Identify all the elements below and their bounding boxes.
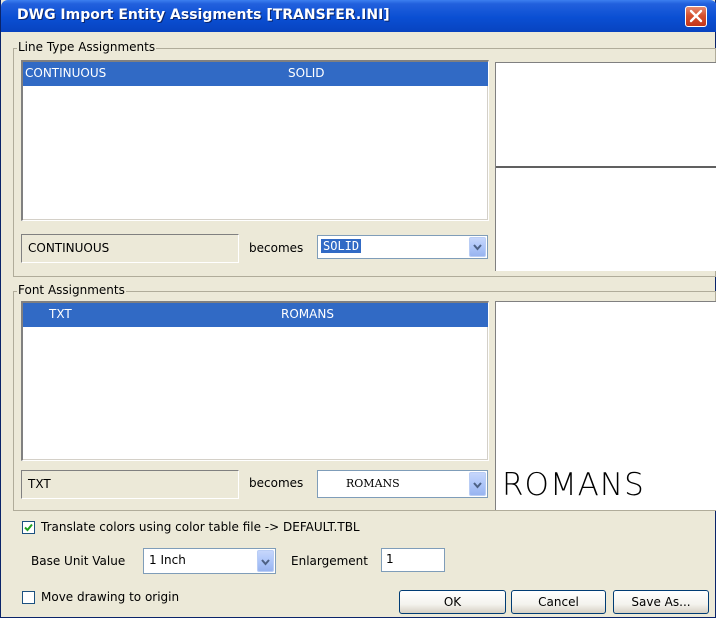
save-as-button[interactable]: Save As...: [613, 590, 709, 614]
linetype-source-field: CONTINUOUS: [21, 234, 239, 263]
ok-button[interactable]: OK: [399, 590, 506, 614]
close-button[interactable]: [685, 6, 707, 27]
linetype-combo-button[interactable]: [469, 237, 486, 257]
font-list[interactable]: TXT ROMANS: [21, 301, 489, 461]
dialog-window: DWG Import Entity Assigments [TRANSFER.I…: [0, 0, 716, 618]
move-origin-checkbox[interactable]: [22, 591, 35, 604]
linetype-preview-line: [496, 166, 716, 168]
font-preview-text: ROMANS: [502, 467, 645, 503]
font-preview: ROMANS: [495, 301, 716, 510]
font-combo-value: ROMANS: [346, 477, 400, 490]
cancel-button[interactable]: Cancel: [511, 590, 606, 614]
linetype-preview: [495, 62, 716, 271]
enlargement-value: 1: [386, 552, 394, 566]
chevron-down-icon: [473, 482, 482, 489]
linetype-group-label: Line Type Assignments: [17, 40, 157, 54]
font-combo-button[interactable]: [469, 472, 486, 496]
checkmark-icon: [24, 523, 33, 532]
close-icon: [689, 9, 703, 23]
linetype-row-target: SOLID: [288, 66, 325, 80]
enlargement-label: Enlargement: [291, 554, 368, 568]
linetype-combo-value: SOLID: [321, 239, 362, 253]
chevron-down-icon: [473, 244, 482, 251]
base-unit-label: Base Unit Value: [31, 554, 126, 568]
font-source-field: TXT: [21, 470, 239, 499]
base-unit-combo[interactable]: 1 Inch: [143, 548, 276, 574]
linetype-list-row[interactable]: CONTINUOUS SOLID: [23, 62, 488, 86]
enlargement-input[interactable]: 1: [381, 548, 445, 572]
translate-colors-checkbox[interactable]: [22, 521, 35, 534]
linetype-combo[interactable]: SOLID: [317, 235, 488, 259]
window-title: DWG Import Entity Assigments [TRANSFER.I…: [17, 7, 390, 23]
linetype-list[interactable]: CONTINUOUS SOLID: [21, 60, 489, 221]
linetype-row-source: CONTINUOUS: [25, 66, 107, 80]
move-origin-label[interactable]: Move drawing to origin: [41, 590, 179, 604]
font-row-target: ROMANS: [281, 307, 334, 321]
title-bar[interactable]: DWG Import Entity Assigments [TRANSFER.I…: [1, 0, 716, 32]
translate-colors-label[interactable]: Translate colors using color table file …: [41, 520, 360, 534]
base-unit-combo-button[interactable]: [257, 550, 274, 572]
font-group-label: Font Assignments: [17, 283, 126, 297]
font-becomes-label: becomes: [249, 476, 304, 490]
font-row-source: TXT: [49, 307, 72, 321]
font-combo[interactable]: ROMANS: [317, 470, 488, 498]
font-list-row[interactable]: TXT ROMANS: [23, 303, 488, 327]
chevron-down-icon: [261, 559, 270, 566]
linetype-source-value: CONTINUOUS: [28, 241, 110, 255]
linetype-becomes-label: becomes: [249, 241, 304, 255]
font-source-value: TXT: [28, 477, 51, 491]
base-unit-value: 1 Inch: [149, 553, 186, 567]
